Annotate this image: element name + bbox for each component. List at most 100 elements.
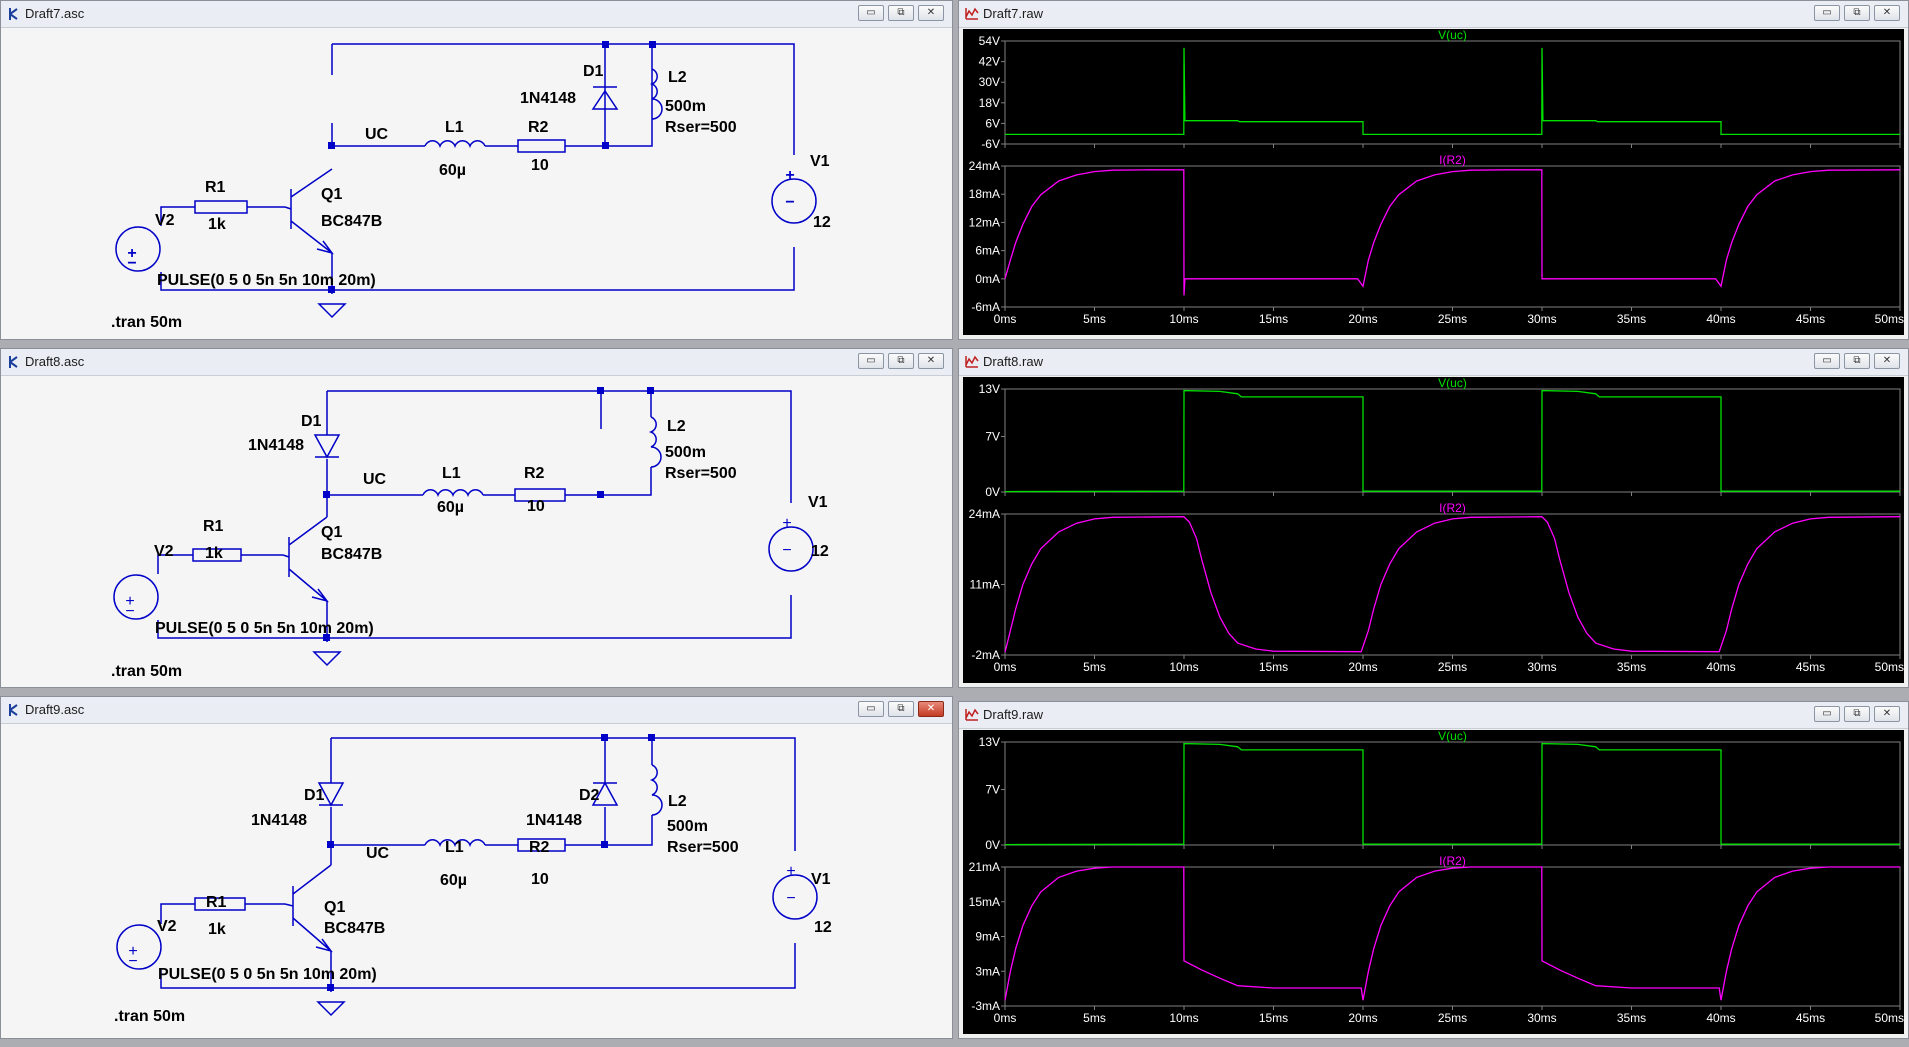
window-titlebar[interactable]: Draft8.asc ▭ ⧉ ✕ bbox=[1, 349, 952, 376]
wire bbox=[160, 737, 796, 992]
plot-area[interactable]: V(uc) 13V 7V 0V I(R2) 21mA 15mA 9mA 3mA -3mA 0ms 5m… bbox=[963, 730, 1904, 1034]
x-tick-label: 20ms bbox=[1348, 1011, 1377, 1025]
x-tick-label: 20ms bbox=[1348, 660, 1377, 674]
waveform-window-draft7[interactable]: Draft7.raw ▭ ⧉ ✕ V(uc) 54V 42V 30V 18V 6V -6V I… bbox=[958, 0, 1909, 340]
window-title: Draft9.raw bbox=[983, 707, 1043, 722]
label-l2: L2 bbox=[668, 69, 687, 86]
schematic-canvas[interactable]: + − + − D1 1N4148 D2 1N4148 L2 500m Rser=5… bbox=[5, 725, 948, 1034]
close-button[interactable]: ✕ bbox=[1874, 706, 1900, 722]
y-tick-label: 24mA bbox=[969, 159, 1000, 173]
label-l2-value: 500m bbox=[665, 98, 706, 115]
schematic-drawing[interactable]: +− +− D1 1N4148 L2 500m Rser=500 UC L1 6… bbox=[5, 377, 950, 685]
close-button[interactable]: ✕ bbox=[918, 353, 944, 369]
waveform-plot[interactable]: V(uc)13V7V0VI(R2)24mA11mA-2mA0ms 5ms 10ms 1… bbox=[963, 377, 1906, 685]
schematic-window-draft8[interactable]: Draft8.asc ▭ ⧉ ✕ + − + − D1 1N4148 L2 50… bbox=[0, 348, 953, 688]
minimize-button[interactable]: ▭ bbox=[1814, 353, 1840, 369]
resistor-r1 bbox=[194, 200, 248, 214]
svg-text:−: − bbox=[786, 890, 795, 907]
y-tick-label: 7V bbox=[985, 783, 1000, 797]
trace-label: V(uc) bbox=[1438, 377, 1467, 390]
label-d1-model: 1N4148 bbox=[251, 812, 307, 829]
waveform-plot[interactable]: V(uc)13V7V0VI(R2)21mA15mA9mA3mA-3mA0ms 5m… bbox=[963, 730, 1906, 1036]
waveform-plot[interactable]: V(uc) 54V 42V 30V 18V 6V -6V I(R2) 24mA 18mA 12mA 6… bbox=[963, 29, 1906, 337]
label-l1-value: 60µ bbox=[437, 499, 464, 516]
schematic-canvas[interactable]: + − + − D1 1N4148 L2 500m Rser=500 UC L1 6… bbox=[5, 29, 948, 335]
close-button[interactable]: ✕ bbox=[1874, 353, 1900, 369]
x-tick-label: 30ms bbox=[1527, 660, 1556, 674]
trace-line bbox=[1004, 169, 1901, 296]
trace-line bbox=[1004, 389, 1900, 493]
close-button[interactable]: ✕ bbox=[1874, 5, 1900, 21]
label-v1-value: 12 bbox=[814, 919, 832, 936]
schematic-window-draft7[interactable]: Draft7.asc ▭ ⧉ ✕ + − + − D1 1N4148 L2 50… bbox=[0, 0, 953, 340]
label-r2-value: 10 bbox=[531, 871, 549, 888]
close-button[interactable]: ✕ bbox=[918, 5, 944, 21]
label-v1: V1 bbox=[811, 871, 831, 888]
x-tick-label: 40ms bbox=[1706, 1011, 1735, 1025]
waveform-window-draft8[interactable]: Draft8.raw ▭ ⧉ ✕ V(uc) 13V 7V 0V I(R2) 24mA 11… bbox=[958, 348, 1909, 688]
x-tick-label: 10ms bbox=[1169, 1011, 1198, 1025]
ltspice-schematic-icon bbox=[9, 8, 18, 20]
y-tick-label: -6V bbox=[981, 137, 1000, 151]
restore-button[interactable]: ⧉ bbox=[1844, 353, 1870, 369]
trace-label: V(uc) bbox=[1438, 29, 1467, 42]
label-d1: D1 bbox=[304, 787, 325, 804]
x-tick-label: 45ms bbox=[1796, 312, 1825, 326]
waveform-window-draft9[interactable]: Draft9.raw ▭ ⧉ ✕ V(uc) 13V 7V 0V I(R2) 21mA 15… bbox=[958, 701, 1909, 1039]
label-d2-model: 1N4148 bbox=[526, 812, 582, 829]
svg-text:−: − bbox=[785, 194, 794, 211]
restore-button[interactable]: ⧉ bbox=[888, 353, 914, 369]
svg-text:−: − bbox=[125, 603, 134, 620]
x-tick-label: 5ms bbox=[1083, 660, 1106, 674]
y-tick-label: 7V bbox=[985, 430, 1000, 444]
x-tick-label: 20ms bbox=[1348, 312, 1377, 326]
y-tick-label: 0V bbox=[985, 485, 1000, 499]
close-button[interactable]: ✕ bbox=[918, 701, 944, 717]
label-l2-rser: Rser=500 bbox=[665, 465, 737, 482]
window-titlebar[interactable]: Draft9.raw ▭ ⧉ ✕ bbox=[959, 702, 1908, 729]
x-tick-label: 25ms bbox=[1438, 312, 1467, 326]
window-titlebar[interactable]: Draft8.raw ▭ ⧉ ✕ bbox=[959, 349, 1908, 376]
minimize-button[interactable]: ▭ bbox=[858, 5, 884, 21]
label-l2-rser: Rser=500 bbox=[665, 119, 737, 136]
label-uc: UC bbox=[363, 471, 387, 488]
schematic-canvas[interactable]: + − + − D1 1N4148 L2 500m Rser=500 UC L1 6… bbox=[5, 377, 948, 683]
plot-area[interactable]: V(uc) 13V 7V 0V I(R2) 24mA 11mA -2mA 0ms 5ms 10ms 1… bbox=[963, 377, 1904, 683]
restore-button[interactable]: ⧉ bbox=[888, 5, 914, 21]
x-tick-label: 35ms bbox=[1617, 1011, 1646, 1025]
plot-area[interactable]: V(uc) 54V 42V 30V 18V 6V -6V I(R2) 24mA 18mA 12mA 6… bbox=[963, 29, 1904, 335]
minimize-button[interactable]: ▭ bbox=[1814, 5, 1840, 21]
spice-directive-tran: .tran 50m bbox=[111, 314, 182, 331]
x-tick-label: 15ms bbox=[1259, 312, 1288, 326]
y-tick-label: 3mA bbox=[975, 964, 1000, 978]
ltspice-schematic-icon bbox=[9, 356, 18, 368]
y-tick-label: 6V bbox=[985, 116, 1000, 130]
schematic-drawing[interactable]: +− +− D1 1N4148 L2 500m Rser=500 UC L1 6… bbox=[5, 29, 950, 337]
x-tick-label: 0ms bbox=[994, 1011, 1017, 1025]
minimize-button[interactable]: ▭ bbox=[1814, 706, 1840, 722]
svg-text:−: − bbox=[782, 542, 791, 559]
restore-button[interactable]: ⧉ bbox=[888, 701, 914, 717]
trace-label: I(R2) bbox=[1439, 501, 1466, 515]
y-tick-label: 0mA bbox=[975, 272, 1000, 286]
label-d1-model: 1N4148 bbox=[520, 90, 576, 107]
y-tick-label: 54V bbox=[979, 34, 1000, 48]
restore-button[interactable]: ⧉ bbox=[1844, 5, 1870, 21]
window-titlebar[interactable]: Draft7.raw ▭ ⧉ ✕ bbox=[959, 1, 1908, 28]
window-titlebar[interactable]: Draft9.asc ▭ ⧉ ✕ bbox=[1, 697, 952, 724]
schematic-drawing[interactable]: +− +− D1 1N4148 D2 1N4148 L2 500m Rser=5… bbox=[5, 725, 950, 1036]
label-r1: R1 bbox=[205, 179, 226, 196]
label-pulse: PULSE(0 5 0 5n 5n 10m 20m) bbox=[157, 272, 376, 289]
minimize-button[interactable]: ▭ bbox=[858, 701, 884, 717]
x-tick-label: 35ms bbox=[1617, 312, 1646, 326]
svg-text:+: + bbox=[782, 515, 791, 532]
inductor-l1 bbox=[422, 489, 484, 498]
window-title: Draft9.asc bbox=[25, 702, 85, 717]
y-tick-label: 11mA bbox=[970, 578, 1000, 592]
schematic-window-draft9[interactable]: Draft9.asc ▭ ⧉ ✕ + − + − D1 1N4148 D2 1N… bbox=[0, 696, 953, 1039]
x-tick-label: 0ms bbox=[994, 312, 1017, 326]
restore-button[interactable]: ⧉ bbox=[1844, 706, 1870, 722]
minimize-button[interactable]: ▭ bbox=[858, 353, 884, 369]
window-titlebar[interactable]: Draft7.asc ▭ ⧉ ✕ bbox=[1, 1, 952, 28]
x-tick-label: 15ms bbox=[1259, 1011, 1288, 1025]
